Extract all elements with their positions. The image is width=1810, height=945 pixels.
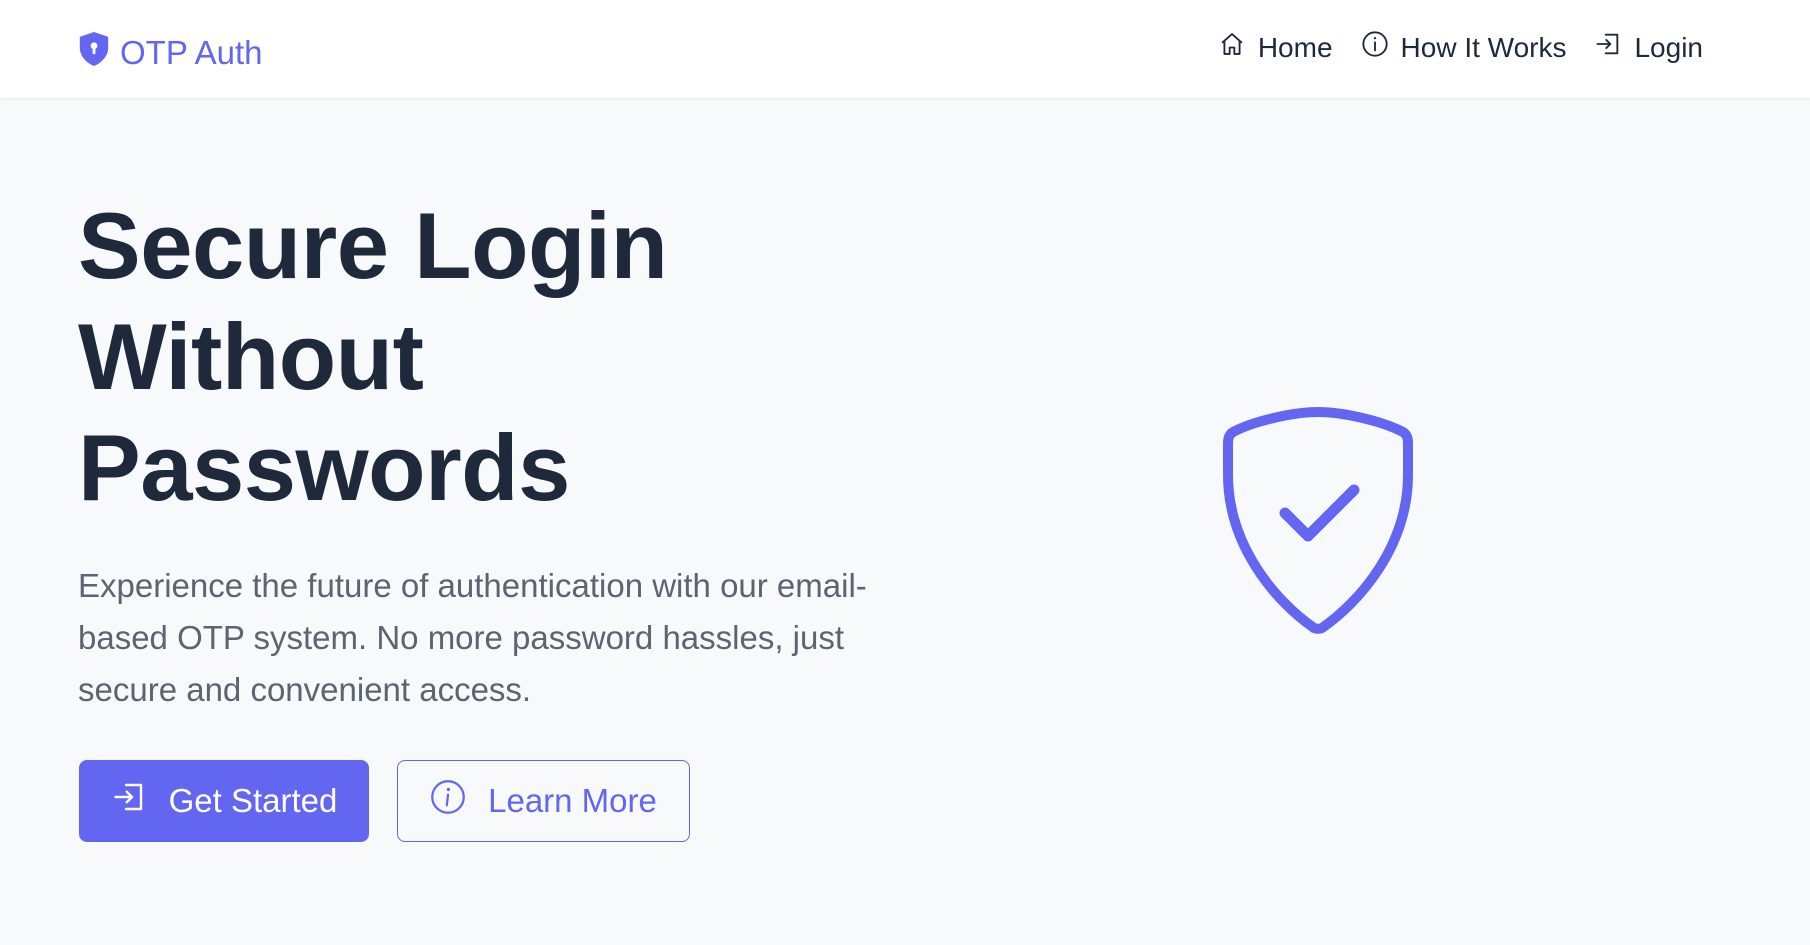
nav-login-link[interactable]: Login [1594,30,1703,65]
hero-title-line: Secure Login [78,193,668,298]
nav-home-link[interactable]: Home [1218,30,1333,65]
get-started-label: Get Started [168,782,338,819]
learn-more-label: Learn More [488,782,657,819]
hero-title-line: Without [78,304,424,409]
get-started-button[interactable]: Get Started [79,760,369,842]
learn-more-button[interactable]: Learn More [397,760,690,842]
house-icon [1218,30,1246,65]
navbar: OTP Auth Home How It Works Login [0,0,1810,98]
nav-home-label: Home [1257,31,1333,63]
shield-lock-icon [78,30,110,76]
hero-title: Secure Login Without Passwords [78,190,838,523]
brand-label: OTP Auth [120,34,263,71]
nav-how-it-works-link[interactable]: How It Works [1361,30,1567,65]
info-circle-icon [430,779,466,823]
nav-how-it-works-label: How It Works [1400,31,1567,63]
login-arrow-icon [111,779,147,823]
info-circle-icon [1361,30,1389,65]
shield-check-icon [1215,405,1421,635]
login-arrow-icon [1594,30,1622,65]
hero-lead: Experience the future of authentication … [78,567,867,708]
hero-title-line: Passwords [78,415,570,520]
brand-link[interactable]: OTP Auth [78,30,262,76]
nav-login-label: Login [1634,31,1703,63]
nav-links: Home How It Works Login [1218,30,1703,65]
